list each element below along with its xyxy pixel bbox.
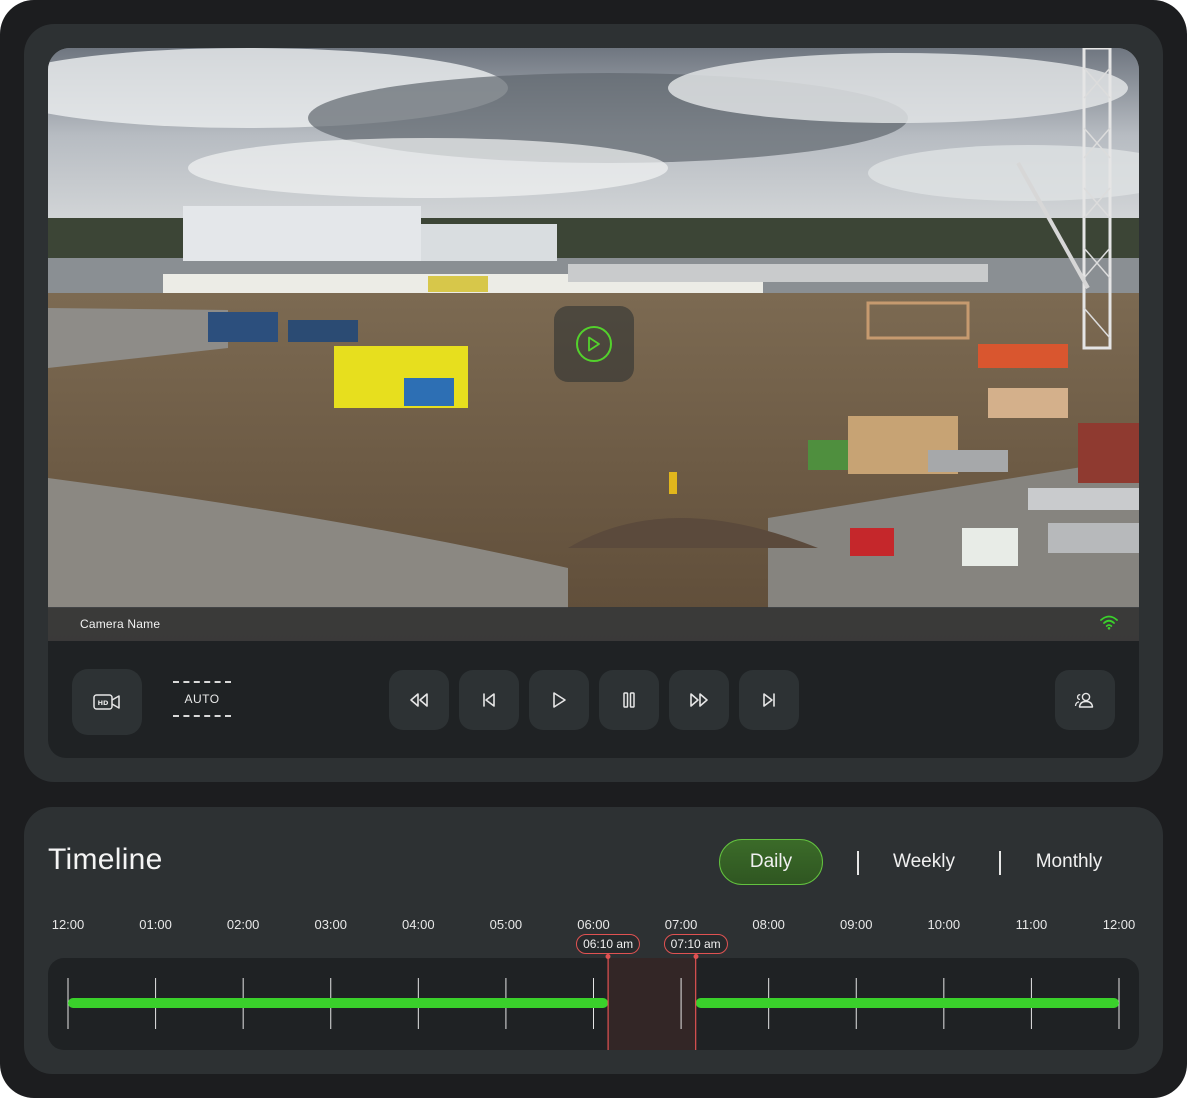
hour-label: 03:00 bbox=[314, 917, 348, 932]
play-circle-icon bbox=[576, 326, 612, 362]
fast-forward-icon bbox=[688, 692, 710, 708]
hour-label: 04:00 bbox=[402, 917, 435, 932]
pause-button[interactable] bbox=[599, 670, 659, 730]
tab-divider bbox=[999, 851, 1001, 875]
device-frame: Camera Name HD AUTO Timeline Daily Weekl… bbox=[0, 0, 1187, 1098]
quality-button[interactable]: HD bbox=[72, 669, 142, 735]
center-play-button[interactable] bbox=[554, 306, 634, 382]
camera-info-bar: Camera Name bbox=[48, 607, 1139, 641]
selection-pin bbox=[605, 954, 611, 959]
selection-end-label[interactable]: 07:10 am bbox=[663, 934, 728, 954]
hour-label: 11:00 bbox=[1015, 917, 1048, 932]
timeline-track[interactable] bbox=[48, 958, 1139, 1050]
previous-button[interactable] bbox=[459, 670, 519, 730]
svg-text:HD: HD bbox=[98, 699, 109, 707]
play-icon bbox=[551, 691, 567, 709]
hour-label: 01:00 bbox=[139, 917, 172, 932]
hour-label: 10:00 bbox=[927, 917, 961, 932]
hour-labels: 12:00 01:00 02:00 03:00 04:00 05:00 06:00 07:00… bbox=[24, 917, 1163, 935]
fast-forward-button[interactable] bbox=[669, 670, 729, 730]
skip-forward-icon bbox=[760, 692, 778, 708]
hour-label: 02:00 bbox=[226, 917, 260, 932]
timeline-title: Timeline bbox=[48, 843, 163, 876]
selection-start-label[interactable]: 06:10 am bbox=[576, 934, 641, 954]
users-button[interactable] bbox=[1055, 670, 1115, 730]
skip-back-icon bbox=[480, 692, 498, 708]
player-controls: HD AUTO bbox=[48, 641, 1139, 758]
hour-label: 08:00 bbox=[752, 917, 785, 932]
hour-label: 12:00 bbox=[1102, 917, 1136, 932]
next-button[interactable] bbox=[739, 670, 799, 730]
selection-range bbox=[608, 958, 696, 1050]
hour-label: 07:00 bbox=[664, 917, 698, 932]
camera-name: Camera Name bbox=[80, 617, 161, 631]
selection-pin bbox=[693, 954, 699, 959]
pause-icon bbox=[621, 691, 637, 709]
tab-weekly[interactable]: Weekly bbox=[872, 839, 976, 885]
timeline-track-graphic bbox=[67, 958, 1120, 1050]
hd-camera-icon: HD bbox=[93, 693, 121, 711]
hour-label: 06:00 bbox=[577, 917, 610, 932]
rewind-button[interactable] bbox=[389, 670, 449, 730]
wifi-icon bbox=[1099, 614, 1119, 635]
hour-label: 05:00 bbox=[489, 917, 523, 932]
tab-daily[interactable]: Daily bbox=[719, 839, 823, 885]
play-button[interactable] bbox=[529, 670, 589, 730]
rewind-icon bbox=[408, 692, 430, 708]
tab-divider bbox=[857, 851, 859, 875]
hour-label: 12:00 bbox=[51, 917, 85, 932]
tab-monthly[interactable]: Monthly bbox=[1019, 839, 1119, 885]
users-icon bbox=[1074, 691, 1096, 709]
timeline-card: Timeline Daily Weekly Monthly 12:00 01:00… bbox=[24, 807, 1163, 1074]
quality-mode-toggle[interactable]: AUTO bbox=[173, 681, 231, 717]
hour-label: 09:00 bbox=[839, 917, 873, 932]
player-card: Camera Name HD AUTO bbox=[24, 24, 1163, 782]
video-viewport[interactable]: Camera Name bbox=[48, 48, 1139, 641]
